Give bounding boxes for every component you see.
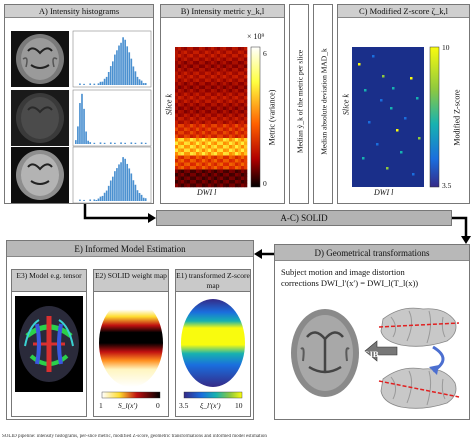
e1-cb-max: 10 <box>235 401 243 410</box>
e1-colorbar <box>183 391 243 399</box>
gib-label: GIB <box>363 349 379 359</box>
panel-e-informed-model: E) Informed Model Estimation E3) Model e… <box>6 240 254 420</box>
transformed-zscore-map <box>179 296 247 390</box>
tensor-colormap-image <box>15 296 83 392</box>
panel-d-geometrical-transformations: D) Geometrical transformations Subject m… <box>274 244 470 420</box>
solid-bar: A-C) SOLID <box>156 210 452 226</box>
panel-d-text-line1: Subject motion and image distortion <box>281 267 405 277</box>
panel-e3-model: E3) Model e.g. tensor <box>11 269 87 417</box>
solid-weight-map <box>97 296 165 390</box>
e2-cb-min: 1 <box>99 401 103 410</box>
e2-cb-symbol: S_l(x′) <box>118 401 138 410</box>
solid-bar-label: A-C) SOLID <box>280 213 328 223</box>
e2-cb-max: 0 <box>156 401 160 410</box>
panel-e2-weight-map: E2) SOLID weight map 1 S_l(x′) 0 <box>93 269 169 417</box>
panel-e1-zscore-map: E1) transformed Z-score map 3.5 ξ_l′(x′)… <box>175 269 251 417</box>
panel-d-title: D) Geometrical transformations <box>275 245 469 261</box>
e1-cb-min: 3.5 <box>179 401 189 410</box>
e2-title: E2) SOLID weight map <box>94 270 168 292</box>
panel-e-title: E) Informed Model Estimation <box>7 241 253 257</box>
e1-title: E1) transformed Z-score map <box>176 270 250 292</box>
e3-title: E3) Model e.g. tensor <box>12 270 86 292</box>
figure-caption: SOLID pipeline: intensity histograms, pe… <box>2 434 267 439</box>
e2-colorbar <box>101 391 161 399</box>
panel-d-text-line2: corrections DWI_l′(x′) = DWI_l(T_l(x)) <box>281 278 419 288</box>
e1-cb-symbol: ξ_l′(x′) <box>200 401 221 410</box>
